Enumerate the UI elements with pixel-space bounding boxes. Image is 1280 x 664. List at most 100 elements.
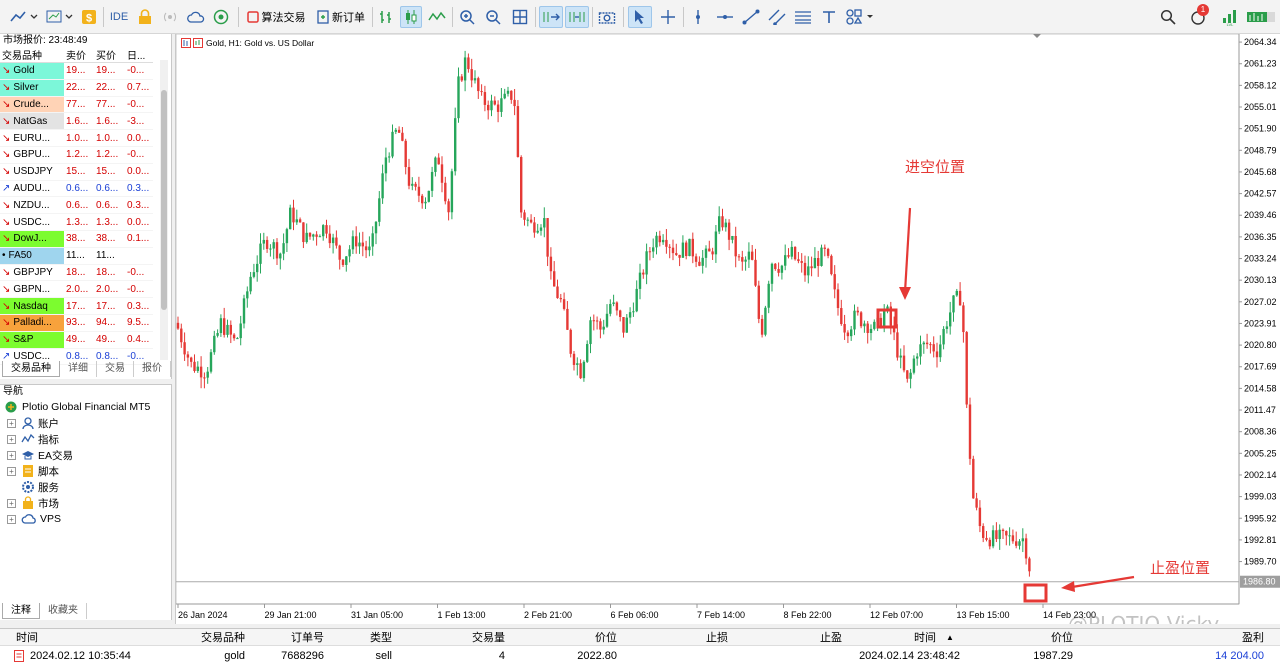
candlestick-icon[interactable] xyxy=(400,6,422,28)
watch-row[interactable]: ↘ GBPU... 1.2... 1.2... -0... xyxy=(0,146,153,164)
crosshair-icon[interactable] xyxy=(656,6,680,28)
candle-body xyxy=(338,245,341,260)
market-watch-scrollbar[interactable] xyxy=(160,60,168,360)
price-chart[interactable]: 2064.34 2061.23 2058.12 2055.01 2051.90 2048.… xyxy=(176,34,1280,624)
column-daily-change[interactable]: 日... xyxy=(125,47,153,63)
navigator-item-services[interactable]: 服务 xyxy=(21,479,59,495)
cursor-tool-icon[interactable] xyxy=(628,6,652,28)
tab-details[interactable]: 详细 xyxy=(60,361,97,377)
zoom-out-icon[interactable] xyxy=(483,6,503,28)
entry-annotation: 进空位置 xyxy=(905,158,965,176)
watch-row[interactable]: ↘ GBPJPY 18... 18... -0... xyxy=(0,264,153,282)
header-volume[interactable]: 交易量 xyxy=(400,629,505,645)
vertical-line-icon[interactable] xyxy=(688,6,708,28)
trendline-icon[interactable] xyxy=(740,6,762,28)
expand-icon[interactable]: + xyxy=(7,418,16,428)
watch-row[interactable]: ↘ Gold 19... 19... -0... xyxy=(0,62,153,80)
navigator-item-indicators[interactable]: + 指标 xyxy=(7,431,59,447)
watch-row[interactable]: ↘ Palladi... 93... 94... 9.5... xyxy=(0,314,153,332)
auto-scroll-icon[interactable] xyxy=(539,6,563,28)
watch-row[interactable]: ↘ USDJPY 15... 15... 0.0... xyxy=(0,163,153,181)
expand-icon[interactable]: + xyxy=(7,450,16,460)
watch-row[interactable]: ↗ AUDU... 0.6... 0.6... 0.3... xyxy=(0,180,153,198)
navigator-item-scripts[interactable]: + 脚本 xyxy=(7,463,59,479)
tab-symbols[interactable]: 交易品种 xyxy=(2,361,60,377)
watch-row[interactable]: ↘ Crude... 77... 77... -0... xyxy=(0,96,153,114)
signal-icon[interactable] xyxy=(160,6,180,28)
watch-row[interactable]: ↘ NZDU... 0.6... 0.6... 0.3... xyxy=(0,196,153,215)
header-profit[interactable]: 盈利 xyxy=(1180,629,1264,645)
fibonacci-icon[interactable] xyxy=(792,6,814,28)
plot-area[interactable] xyxy=(176,34,1240,605)
watch-row[interactable]: ↘ Nasdaq 17... 17... 0.3... xyxy=(0,297,153,315)
expand-icon[interactable]: + xyxy=(7,466,16,476)
header-close-price[interactable]: 价位 xyxy=(980,629,1073,645)
header-type[interactable]: 类型 xyxy=(330,629,392,645)
horizontal-line-icon[interactable] xyxy=(714,6,736,28)
header-symbol[interactable]: 交易品种 xyxy=(150,629,245,645)
expand-icon[interactable]: + xyxy=(7,434,16,444)
chart-shift-icon[interactable] xyxy=(565,6,589,28)
tab-ticks[interactable]: 报价 xyxy=(134,361,171,377)
navigator-item-vps[interactable]: + VPS xyxy=(7,511,61,527)
header-time[interactable]: 时间 xyxy=(16,629,38,645)
template-dropdown-icon[interactable] xyxy=(45,6,75,28)
navigator-item-market[interactable]: + 市场 xyxy=(7,495,59,511)
chart-type-dropdown-icon[interactable] xyxy=(8,6,40,28)
ide-button[interactable]: IDE xyxy=(108,6,130,28)
trade-row[interactable]: 2024.02.12 10:35:44 gold 7688296 sell 4 … xyxy=(0,647,1280,664)
column-ask[interactable]: 买价 xyxy=(94,47,125,63)
navigator-root[interactable]: Plotio Global Financial MT5 xyxy=(4,399,150,415)
chart-window[interactable]: 2064.34 2061.23 2058.12 2055.01 2051.90 2048.… xyxy=(175,34,1280,624)
header-price[interactable]: 价位 xyxy=(510,629,617,645)
screenshot-icon[interactable] xyxy=(597,6,617,28)
notifications-button[interactable]: 1 xyxy=(1186,4,1210,28)
text-tool-icon[interactable] xyxy=(818,6,840,28)
header-sl[interactable]: 止损 xyxy=(640,629,728,645)
watch-row[interactable]: • FA50 11... 11... xyxy=(0,247,153,265)
bar-chart-icon[interactable] xyxy=(376,6,396,28)
expand-icon[interactable]: + xyxy=(7,498,16,508)
watch-row[interactable]: ↘ EURU... 1.0... 1.0... 0.0... xyxy=(0,129,153,147)
zoom-in-icon[interactable] xyxy=(457,6,477,28)
price-label: 2008.36 xyxy=(1244,427,1277,437)
candle-body xyxy=(566,308,569,330)
candle-body xyxy=(972,458,975,499)
new-order-button[interactable]: 新订单 xyxy=(313,6,369,28)
watch-row[interactable]: ↘ GBPN... 2.0... 2.0... -0... xyxy=(0,280,153,299)
watch-row[interactable]: ↘ USDC... 1.3... 1.3... 0.0... xyxy=(0,213,153,231)
cloud-icon[interactable] xyxy=(186,6,206,28)
market-icon[interactable] xyxy=(212,6,232,28)
header-ticket[interactable]: 订单号 xyxy=(250,629,324,645)
watch-row[interactable]: ↘ Silver 22... 22... 0.7... xyxy=(0,79,153,97)
tab-favorites[interactable]: 收藏夹 xyxy=(40,603,87,619)
header-tp[interactable]: 止盈 xyxy=(740,629,842,645)
tab-common[interactable]: 注释 xyxy=(2,603,40,619)
column-bid[interactable]: 卖价 xyxy=(64,47,94,63)
line-chart-icon[interactable] xyxy=(426,6,448,28)
navigator-item-expert-advisors[interactable]: + EA交易 xyxy=(7,447,73,463)
expand-icon[interactable]: + xyxy=(7,514,16,524)
shapes-dropdown-icon[interactable] xyxy=(844,6,876,28)
time-label: 13 Feb 15:00 xyxy=(957,610,1010,620)
lock-icon[interactable] xyxy=(136,6,154,28)
candle-body xyxy=(394,129,397,132)
search-icon[interactable] xyxy=(1158,6,1178,28)
candle-body xyxy=(328,233,331,244)
ask-cell: 1.2... xyxy=(94,146,125,164)
tile-windows-icon[interactable] xyxy=(509,6,531,28)
watch-row[interactable]: ↘ NatGas 1.6... 1.6... -3... xyxy=(0,112,153,131)
candle-body xyxy=(242,298,246,324)
dollar-icon[interactable]: $ xyxy=(80,6,98,28)
watch-row[interactable]: ↘ S&P 49... 49... 0.4... xyxy=(0,331,153,349)
channel-icon[interactable] xyxy=(766,6,788,28)
header-close-time[interactable]: 时间 xyxy=(850,629,936,645)
watch-row[interactable]: ↘ DowJ... 38... 38... 0.1... xyxy=(0,230,153,248)
algo-trading-button[interactable]: 算法交易 xyxy=(244,6,308,28)
navigator-item-accounts[interactable]: + 账户 xyxy=(7,415,59,431)
candle-body xyxy=(869,328,873,333)
navigator-label: 账户 xyxy=(38,417,59,430)
candle-body xyxy=(995,530,998,540)
column-symbol[interactable]: 交易品种 xyxy=(0,47,64,63)
tab-trading[interactable]: 交易 xyxy=(97,361,134,377)
